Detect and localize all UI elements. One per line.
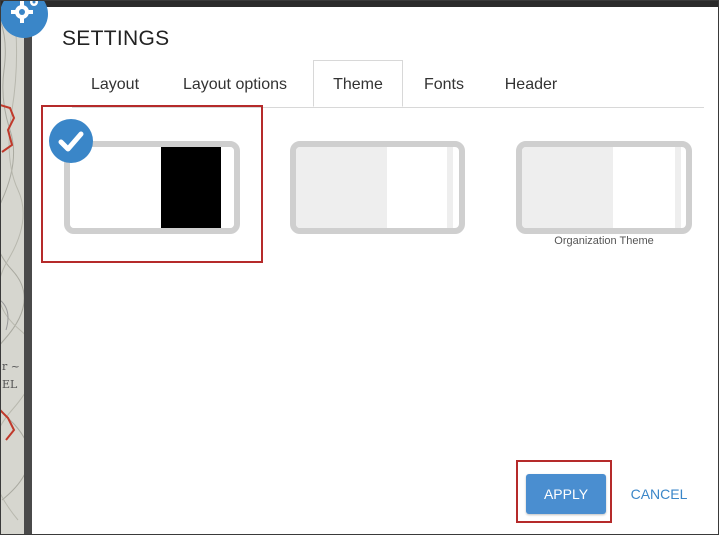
checkmark-icon — [49, 119, 93, 163]
map-label: r ~ — [2, 360, 20, 373]
map-terrain — [0, 9, 24, 521]
theme-caption: Organization Theme — [554, 235, 654, 247]
theme-swatch-main — [522, 147, 613, 228]
theme-option-organization[interactable] — [516, 141, 692, 234]
map-divider — [24, 0, 32, 535]
tab-fonts[interactable]: Fonts — [415, 60, 473, 107]
theme-swatch-edge — [675, 147, 681, 228]
screenshot-frame: r ~ EL SETTINGS Layout Layout options Th… — [0, 0, 719, 535]
tab-label: Header — [504, 76, 558, 93]
map-label: EL — [2, 378, 18, 391]
tab-label: Theme — [333, 76, 383, 93]
page-title: SETTINGS — [62, 27, 170, 50]
gear-icon — [0, 0, 48, 38]
tab-layout[interactable]: Layout — [80, 60, 150, 107]
theme-swatch-accent — [161, 147, 221, 228]
apply-button[interactable]: APPLY — [526, 474, 606, 514]
map-background: r ~ EL — [0, 0, 24, 535]
theme-swatch-accent — [387, 147, 447, 228]
tab-label: Layout — [90, 76, 140, 93]
theme-swatch-accent — [613, 147, 675, 228]
theme-swatch-edge — [447, 147, 453, 228]
top-bar — [0, 0, 719, 7]
theme-option-light-gray[interactable] — [290, 141, 465, 234]
tab-layout-options[interactable]: Layout options — [170, 60, 300, 107]
tab-header[interactable]: Header — [496, 60, 566, 107]
tab-theme[interactable]: Theme — [313, 60, 403, 107]
tab-label: Layout options — [182, 76, 288, 93]
theme-swatch-edge — [221, 147, 234, 228]
tab-bar: Layout Layout options Theme Fonts Header — [72, 60, 704, 108]
theme-swatch-main — [296, 147, 387, 228]
tab-label: Fonts — [423, 76, 464, 93]
cancel-button[interactable]: CANCEL — [624, 474, 694, 514]
